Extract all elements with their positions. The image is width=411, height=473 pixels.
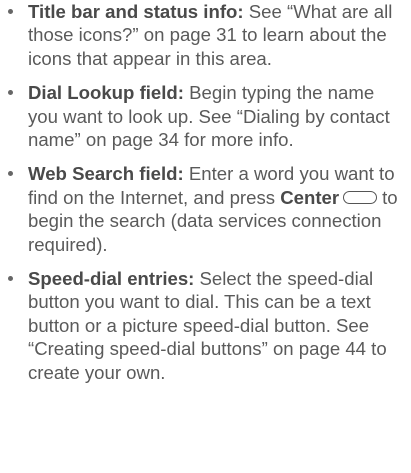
- bullet-dot-icon: [8, 9, 13, 14]
- bullet-dot-icon: [8, 171, 13, 177]
- bullet-dot-icon: [8, 276, 13, 282]
- list-item-title-bar: Title bar and status info: See “What are…: [0, 0, 411, 70]
- document-page: Title bar and status info: See “What are…: [0, 0, 411, 473]
- center-button-icon: [343, 190, 378, 204]
- item-term: Title bar and status info:: [28, 1, 244, 22]
- item-term: Speed-dial entries:: [28, 268, 195, 290]
- list-item-speed-dial: Speed-dial entries: Select the speed-dia…: [0, 267, 411, 384]
- list-item-web-search: Web Search field: Enter a word you want …: [0, 162, 411, 256]
- list-item-dial-lookup: Dial Lookup field: Begin typing the name…: [0, 81, 411, 151]
- bullet-dot-icon: [8, 90, 13, 96]
- item-term: Web Search field:: [28, 163, 184, 185]
- center-key-label: Center: [280, 186, 340, 208]
- bullet-list: Title bar and status info: See “What are…: [0, 0, 411, 384]
- item-term: Dial Lookup field:: [28, 82, 184, 104]
